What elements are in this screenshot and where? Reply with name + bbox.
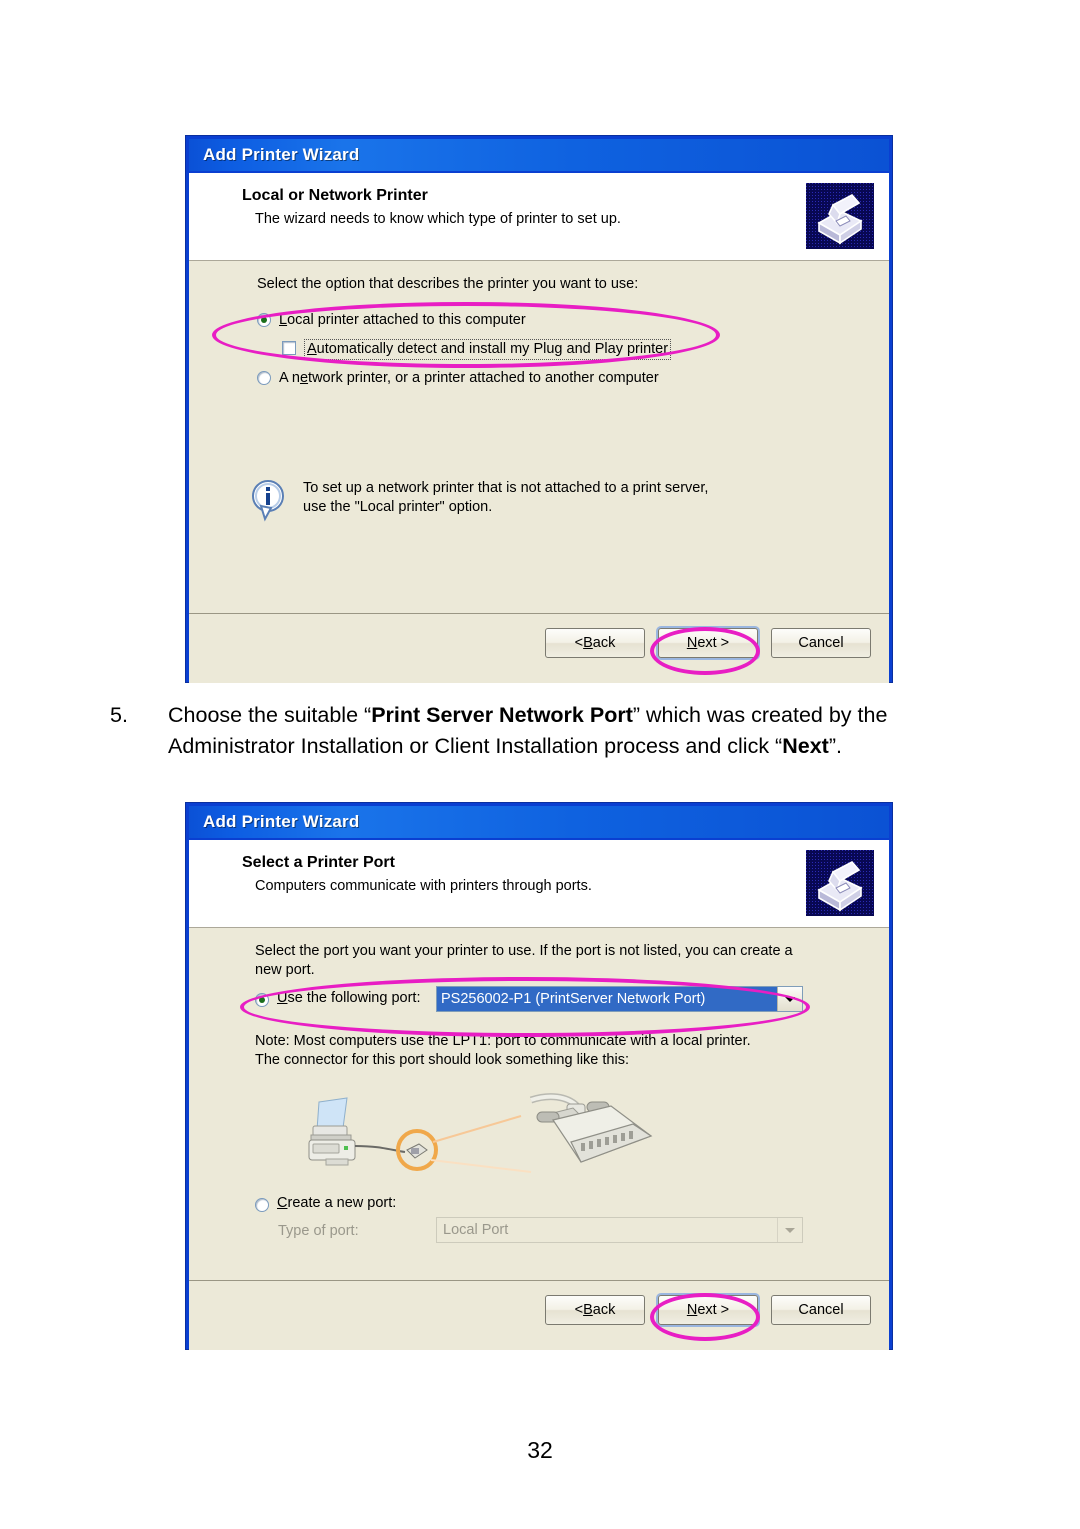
instruction-step: 5. Choose the suitable “Print Server Net… [110, 700, 990, 762]
use-following-port-row[interactable]: Use the following port: [255, 989, 420, 1008]
step-text-bold1: Print Server Network Port [371, 703, 633, 727]
use-following-port-label-rest: se the following port: [287, 990, 421, 1006]
port-select[interactable]: PS256002-P1 (PrintServer Network Port) [436, 986, 803, 1012]
radio-indicator [257, 371, 271, 385]
checkbox-indicator [282, 341, 296, 355]
port-note-line-2: The connector for this port should look … [255, 1052, 629, 1068]
page-subtitle: Computers communicate with printers thro… [255, 878, 592, 894]
port-note: Note: Most computers use the LPT1: port … [255, 1032, 865, 1070]
next-button-label: ext > [697, 1302, 730, 1318]
port-prompt: Select the port you want your printer to… [255, 942, 855, 980]
page-subtitle: The wizard needs to know which type of p… [255, 211, 621, 227]
info-line-1: To set up a network printer that is not … [303, 480, 709, 496]
step-number: 5. [110, 703, 128, 727]
radio-indicator [257, 313, 271, 327]
dialog-title: Add Printer Wizard [203, 812, 360, 831]
info-line-2: use the "Local printer" option. [303, 499, 493, 515]
type-of-port-label: Type of port: [278, 1223, 359, 1239]
radio-indicator [255, 1197, 269, 1212]
chevron-down-icon[interactable] [777, 1218, 802, 1242]
cancel-button[interactable]: Cancel [771, 628, 871, 658]
cancel-button-label: Cancel [798, 635, 844, 651]
step-text-part3: ”. [828, 734, 842, 758]
back-button[interactable]: < Back [545, 628, 645, 658]
radio-indicator [255, 992, 269, 1007]
next-button[interactable]: Next > [658, 628, 758, 658]
next-button-label: ext > [697, 635, 730, 651]
create-new-port-label: Create a new port: [277, 1195, 397, 1211]
back-button[interactable]: < Back [545, 1295, 645, 1325]
dialog-footer: < Back Next > Cancel [189, 1280, 889, 1350]
page-title: Local or Network Printer [242, 187, 428, 204]
radio-local-printer-label: Local printer attached to this computer [279, 312, 526, 328]
cancel-button[interactable]: Cancel [771, 1295, 871, 1325]
info-icon [251, 479, 287, 522]
dialog-button-row: < Back Next > Cancel [545, 1295, 871, 1325]
info-message: To set up a network printer that is not … [251, 479, 708, 522]
port-select-value: PS256002-P1 (PrintServer Network Port) [437, 987, 777, 1011]
back-button-label: ack [592, 635, 616, 651]
port-prompt-line-1: Select the port you want your printer to… [255, 943, 793, 959]
radio-network-printer[interactable]: A network printer, or a printer attached… [257, 369, 659, 388]
dialog-header: Local or Network Printer The wizard need… [189, 173, 889, 261]
port-prompt-line-2: new port. [255, 962, 315, 978]
next-button[interactable]: Next > [658, 1295, 758, 1325]
checkbox-autodetect-label-rest: utomatically detect and install my Plug … [316, 341, 669, 357]
dialog-button-row: < Back Next > Cancel [545, 628, 871, 658]
checkbox-autodetect-label: Automatically detect and install my Plug… [304, 339, 672, 360]
dialog-footer: < Back Next > Cancel [189, 613, 889, 683]
step-text: Choose the suitable “Print Server Networ… [168, 700, 990, 762]
create-new-port-row[interactable]: Create a new port: [255, 1194, 396, 1213]
add-printer-wizard-dialog-local-or-network: Add Printer Wizard Local or Network Prin… [186, 136, 892, 683]
option-prompt: Select the option that describes the pri… [257, 276, 639, 292]
cancel-button-label: Cancel [798, 1302, 844, 1318]
page-title: Select a Printer Port [242, 854, 395, 871]
dialog-body: Select the port you want your printer to… [189, 928, 889, 1280]
dialog-titlebar: Add Printer Wizard [189, 806, 889, 840]
radio-network-printer-label-rest: twork printer, or a printer attached to … [308, 370, 659, 386]
radio-network-printer-label: A network printer, or a printer attached… [279, 370, 659, 386]
radio-local-printer-label-rest: ocal printer attached to this computer [287, 312, 526, 328]
dialog-body: Select the option that describes the pri… [189, 261, 889, 613]
step-text-part1: Choose the suitable “ [168, 703, 372, 727]
type-of-port-value: Local Port [437, 1218, 777, 1242]
dialog-titlebar: Add Printer Wizard [189, 139, 889, 173]
dialog-header: Select a Printer Port Computers communic… [189, 840, 889, 928]
page-number: 32 [527, 1437, 553, 1463]
add-printer-wizard-dialog-select-port: Add Printer Wizard Select a Printer Port… [186, 803, 892, 1350]
dialog-title: Add Printer Wizard [203, 145, 360, 164]
radio-local-printer[interactable]: Local printer attached to this computer [257, 311, 526, 330]
type-of-port-select[interactable]: Local Port [436, 1217, 803, 1243]
printer-parallel-connector-illustration [281, 1080, 671, 1195]
step-text-bold2: Next [782, 734, 829, 758]
info-message-text: To set up a network printer that is not … [303, 479, 708, 517]
create-new-port-label-rest: reate a new port: [287, 1195, 397, 1211]
printer-wizard-icon [806, 183, 874, 249]
port-note-line-1: Note: Most computers use the LPT1: port … [255, 1033, 751, 1049]
chevron-down-icon[interactable] [777, 987, 802, 1011]
printer-wizard-icon [806, 850, 874, 916]
use-following-port-label: Use the following port: [277, 990, 421, 1006]
back-button-label: ack [592, 1302, 616, 1318]
checkbox-autodetect-plug-and-play[interactable]: Automatically detect and install my Plug… [282, 339, 672, 360]
